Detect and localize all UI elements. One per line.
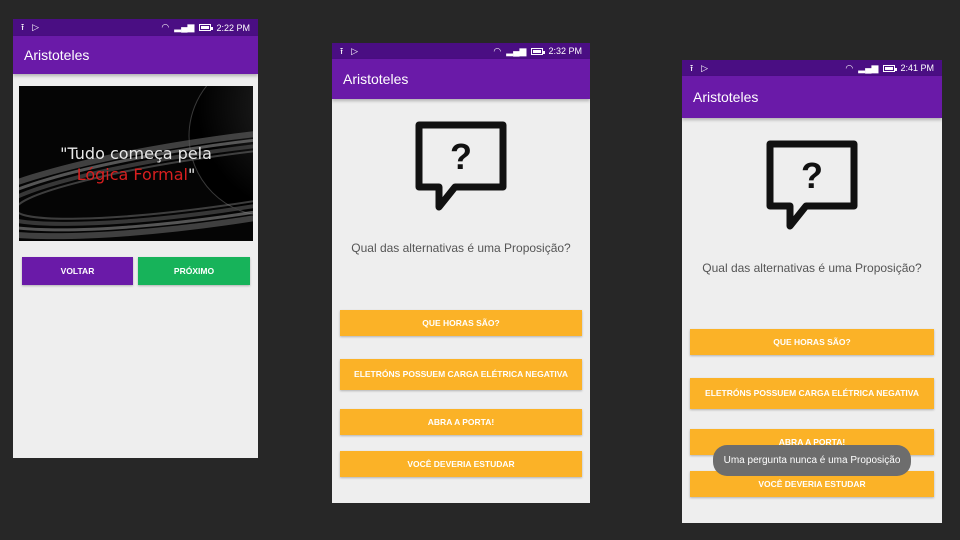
- back-button[interactable]: VOLTAR: [22, 257, 133, 285]
- battery-icon: [883, 64, 898, 72]
- status-bar: ⭱ ▷ ◠ ▂▄▆ 2:41 PM: [682, 60, 942, 76]
- wifi-icon: ◠: [845, 62, 854, 73]
- play-store-icon: ▷: [351, 45, 359, 56]
- signal-icon: ▂▄▆: [858, 62, 879, 73]
- app-title: Aristoteles: [343, 71, 409, 87]
- status-bar: ⭱ ▷ ◠ ▂▄▆ 2:32 PM: [332, 43, 590, 59]
- play-store-icon: ▷: [32, 22, 40, 32]
- phone-screen-question: ⭱ ▷ ◠ ▂▄▆ 2:32 PM Aristoteles ? Qual das…: [332, 43, 590, 503]
- question-text: Qual das alternativas é uma Proposição?: [351, 241, 571, 255]
- app-title: Aristoteles: [24, 47, 90, 63]
- option-button-2[interactable]: ELETRÓNS POSSUEM CARGA ELÉTRICA NEGATIVA: [690, 378, 934, 409]
- hero-image: "Tudo começa pela Lógica Formal": [19, 86, 253, 241]
- wifi-icon: ◠: [161, 22, 170, 32]
- status-time: 2:22 PM: [216, 22, 250, 33]
- option-button-1[interactable]: QUE HORAS SÃO?: [690, 329, 934, 355]
- status-bar: ⭱ ▷ ◠ ▂▄▆ 2:22 PM: [13, 19, 258, 36]
- play-store-icon: ▷: [701, 62, 709, 73]
- signal-icon: ▂▄▆: [174, 22, 195, 32]
- svg-text:?: ?: [801, 155, 823, 196]
- app-bar: Aristoteles: [332, 59, 590, 99]
- status-time: 2:41 PM: [900, 63, 934, 73]
- hero-quote-highlight: Lógica Formal: [76, 164, 188, 184]
- status-time: 2:32 PM: [548, 46, 582, 56]
- wifi-icon: ◠: [493, 45, 502, 56]
- phone-screen-feedback: ⭱ ▷ ◠ ▂▄▆ 2:41 PM Aristoteles ? Qual das…: [682, 60, 942, 523]
- battery-icon: [531, 47, 546, 55]
- question-text: Qual das alternativas é uma Proposição?: [702, 261, 922, 275]
- hero-quote-close: ": [187, 164, 196, 184]
- toast-message: Uma pergunta nunca é uma Proposição: [713, 445, 911, 476]
- svg-text:?: ?: [450, 136, 472, 177]
- hero-quote-line1: "Tudo começa pela: [60, 144, 212, 163]
- phone-screen-intro: ⭱ ▷ ◠ ▂▄▆ 2:22 PM Aristoteles "Tudo come…: [13, 19, 258, 458]
- next-button[interactable]: PRÓXIMO: [138, 257, 250, 285]
- battery-icon: [199, 24, 214, 31]
- app-bar: Aristoteles: [13, 36, 258, 74]
- upload-icon: ⭱: [690, 62, 694, 73]
- app-title: Aristoteles: [693, 89, 759, 105]
- question-bubble-icon: ?: [766, 140, 858, 230]
- hero-quote: "Tudo começa pela Lógica Formal": [19, 144, 253, 186]
- app-bar: Aristoteles: [682, 76, 942, 118]
- question-bubble-icon: ?: [415, 121, 507, 211]
- option-button-2[interactable]: ELETRÓNS POSSUEM CARGA ELÉTRICA NEGATIVA: [340, 359, 582, 390]
- option-button-4[interactable]: VOCÊ DEVERIA ESTUDAR: [340, 451, 582, 477]
- upload-icon: ⭱: [21, 22, 25, 32]
- option-button-3[interactable]: ABRA A PORTA!: [340, 409, 582, 435]
- upload-icon: ⭱: [340, 45, 344, 56]
- option-button-1[interactable]: QUE HORAS SÃO?: [340, 310, 582, 336]
- signal-icon: ▂▄▆: [506, 45, 527, 56]
